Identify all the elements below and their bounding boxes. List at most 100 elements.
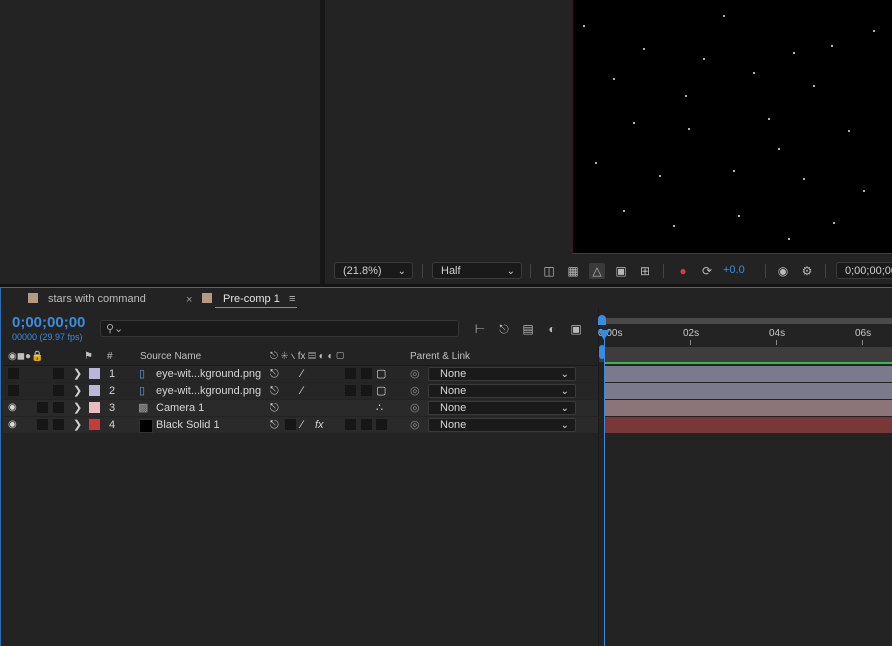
close-tab-icon[interactable]: ×	[186, 292, 192, 308]
column-hash[interactable]: #	[107, 349, 113, 364]
expand-chevron-icon[interactable]: ❯	[73, 400, 82, 416]
expand-chevron-icon[interactable]: ❯	[73, 383, 82, 399]
quality-switch-icon[interactable]: ∕	[301, 383, 303, 399]
eye-icon[interactable]: ◉	[8, 400, 17, 416]
quality-switch-icon[interactable]: ∕	[301, 366, 303, 382]
parent-dropdown[interactable]: None ⌄	[428, 384, 576, 398]
shy-layers-icon[interactable]: ⎋	[496, 321, 512, 337]
label-color-swatch[interactable]	[89, 419, 100, 430]
playhead-icon[interactable]	[598, 330, 610, 340]
comp-mini-flowchart-icon[interactable]: ⊢	[472, 321, 488, 337]
work-area-bar[interactable]	[600, 318, 892, 324]
solo-toggle[interactable]	[37, 402, 48, 413]
lock-toggle[interactable]	[53, 419, 64, 430]
parent-dropdown[interactable]: None ⌄	[428, 418, 576, 432]
layer-row[interactable]: ◉ ❯ 4 Black Solid 1 ⎋ ∕ fx ◎ None ⌄	[3, 417, 598, 433]
effects-fx-icon[interactable]: fx	[315, 417, 324, 433]
3d-layer-icon[interactable]: ▢	[376, 383, 386, 399]
exposure-reset-icon[interactable]: ⟳	[699, 263, 715, 279]
motion-blur-switch[interactable]	[345, 419, 356, 430]
pick-whip-icon[interactable]: ◎	[410, 400, 420, 416]
column-source-name[interactable]: Source Name	[140, 349, 201, 364]
layer-duration-bar[interactable]	[605, 366, 892, 382]
shy-switch-icon[interactable]: ⎋	[270, 366, 279, 382]
layer-duration-bar[interactable]	[605, 400, 892, 416]
switches-header-icon[interactable]: ⎋ ✳ ∖ fx ▤ ◐ ◐ ▢	[270, 349, 344, 364]
pick-whip-icon[interactable]: ◎	[410, 383, 420, 399]
shy-switch-icon[interactable]: ⎋	[270, 417, 279, 433]
quality-switch-icon[interactable]: ∕	[301, 417, 303, 433]
expand-chevron-icon[interactable]: ❯	[73, 366, 82, 382]
composition-canvas[interactable]	[572, 0, 892, 254]
lock-toggle[interactable]	[53, 402, 64, 413]
visibility-toggle[interactable]	[8, 385, 19, 396]
lock-toggle[interactable]	[53, 385, 64, 396]
exposure-value[interactable]: +0.0	[723, 264, 745, 276]
layer-name[interactable]: Black Solid 1	[156, 417, 220, 433]
tab-color-swatch	[28, 293, 38, 303]
comp-marker-track[interactable]	[599, 347, 892, 362]
channel-rgb-icon[interactable]: ●	[675, 263, 691, 279]
layer-name[interactable]: eye-wit...kground.png	[156, 383, 261, 399]
viewer-timecode-value: 0;00;00;00	[845, 265, 892, 277]
layer-name[interactable]: eye-wit...kground.png	[156, 366, 261, 382]
tab-pre-comp-1[interactable]: Pre-comp 1	[223, 291, 280, 307]
star	[833, 222, 835, 224]
show-snapshot-icon[interactable]: ⚙	[799, 263, 815, 279]
layer-row[interactable]: ◉ ❯ 3 ▩ Camera 1 ⎋ ∴ ◎ None ⌄	[3, 400, 598, 416]
motion-blur-switch[interactable]	[345, 385, 356, 396]
playhead-line[interactable]	[604, 332, 605, 646]
pick-whip-icon[interactable]: ◎	[410, 417, 420, 433]
label-color-swatch[interactable]	[89, 385, 100, 396]
layer-row[interactable]: ❯ 2 ▯ eye-wit...kground.png ⎋ ∕ ▢ ◎ None…	[3, 383, 598, 399]
3d-layer-icon[interactable]: ▢	[376, 366, 386, 382]
frame-blending-icon[interactable]: ▤	[520, 321, 536, 337]
adjustment-switch[interactable]	[361, 419, 372, 430]
motion-blur-icon[interactable]: ◐	[544, 321, 560, 337]
layer-duration-bar[interactable]	[605, 383, 892, 399]
layer-search-input[interactable]: ⚲⌄	[100, 320, 459, 337]
3d-layer-switch[interactable]	[376, 419, 387, 430]
ruler-tick-label: 06s	[855, 328, 872, 339]
camera-3d-icon[interactable]: ∴	[376, 400, 383, 416]
adjustment-switch[interactable]	[361, 368, 372, 379]
solo-toggle[interactable]	[37, 419, 48, 430]
av-features-icon[interactable]: ◉◼●🔒	[8, 349, 44, 364]
mask-visibility-icon[interactable]: △	[589, 263, 605, 279]
region-of-interest-icon[interactable]: ▣	[613, 263, 629, 279]
lock-toggle[interactable]	[53, 368, 64, 379]
adjustment-switch[interactable]	[361, 385, 372, 396]
collapse-switch[interactable]	[285, 419, 296, 430]
camera-snapshot-icon[interactable]: ◉	[775, 263, 791, 279]
parent-dropdown[interactable]: None ⌄	[428, 367, 576, 381]
parent-dropdown[interactable]: None ⌄	[428, 401, 576, 415]
shy-switch-icon[interactable]: ⎋	[270, 383, 279, 399]
current-time-display[interactable]: 0;00;00;00	[12, 314, 85, 331]
graph-editor-icon[interactable]: ▣	[568, 321, 584, 337]
toolbar-divider	[825, 264, 826, 278]
tab-stars-with-command[interactable]: stars with command	[48, 291, 146, 307]
label-color-swatch[interactable]	[89, 402, 100, 413]
column-parent-link[interactable]: Parent & Link	[410, 349, 470, 364]
label-tag-icon[interactable]: ⚑	[84, 349, 93, 364]
shy-switch-icon[interactable]: ⎋	[270, 400, 279, 416]
motion-blur-switch[interactable]	[345, 368, 356, 379]
eye-icon[interactable]: ◉	[8, 417, 17, 433]
zoom-dropdown[interactable]: (21.8%) ⌄	[334, 262, 413, 279]
tab-color-swatch	[202, 293, 212, 303]
fast-preview-icon[interactable]: ◫	[541, 263, 557, 279]
label-color-swatch[interactable]	[89, 368, 100, 379]
resolution-dropdown[interactable]: Half ⌄	[432, 262, 522, 279]
panel-menu-icon[interactable]: ≡	[289, 291, 295, 307]
transparency-grid-icon[interactable]: ▦	[565, 263, 581, 279]
solid-color-icon	[139, 419, 153, 433]
viewer-timecode[interactable]: 0;00;00;00	[836, 262, 892, 279]
layer-name[interactable]: Camera 1	[156, 400, 204, 416]
layer-duration-bar[interactable]	[605, 417, 892, 433]
pick-whip-icon[interactable]: ◎	[410, 366, 420, 382]
visibility-toggle[interactable]	[8, 368, 19, 379]
expand-chevron-icon[interactable]: ❯	[73, 417, 82, 433]
grid-guides-icon[interactable]: ⊞	[637, 263, 653, 279]
work-area-start-handle[interactable]	[598, 315, 606, 325]
layer-row[interactable]: ❯ 1 ▯ eye-wit...kground.png ⎋ ∕ ▢ ◎ None…	[3, 366, 598, 382]
